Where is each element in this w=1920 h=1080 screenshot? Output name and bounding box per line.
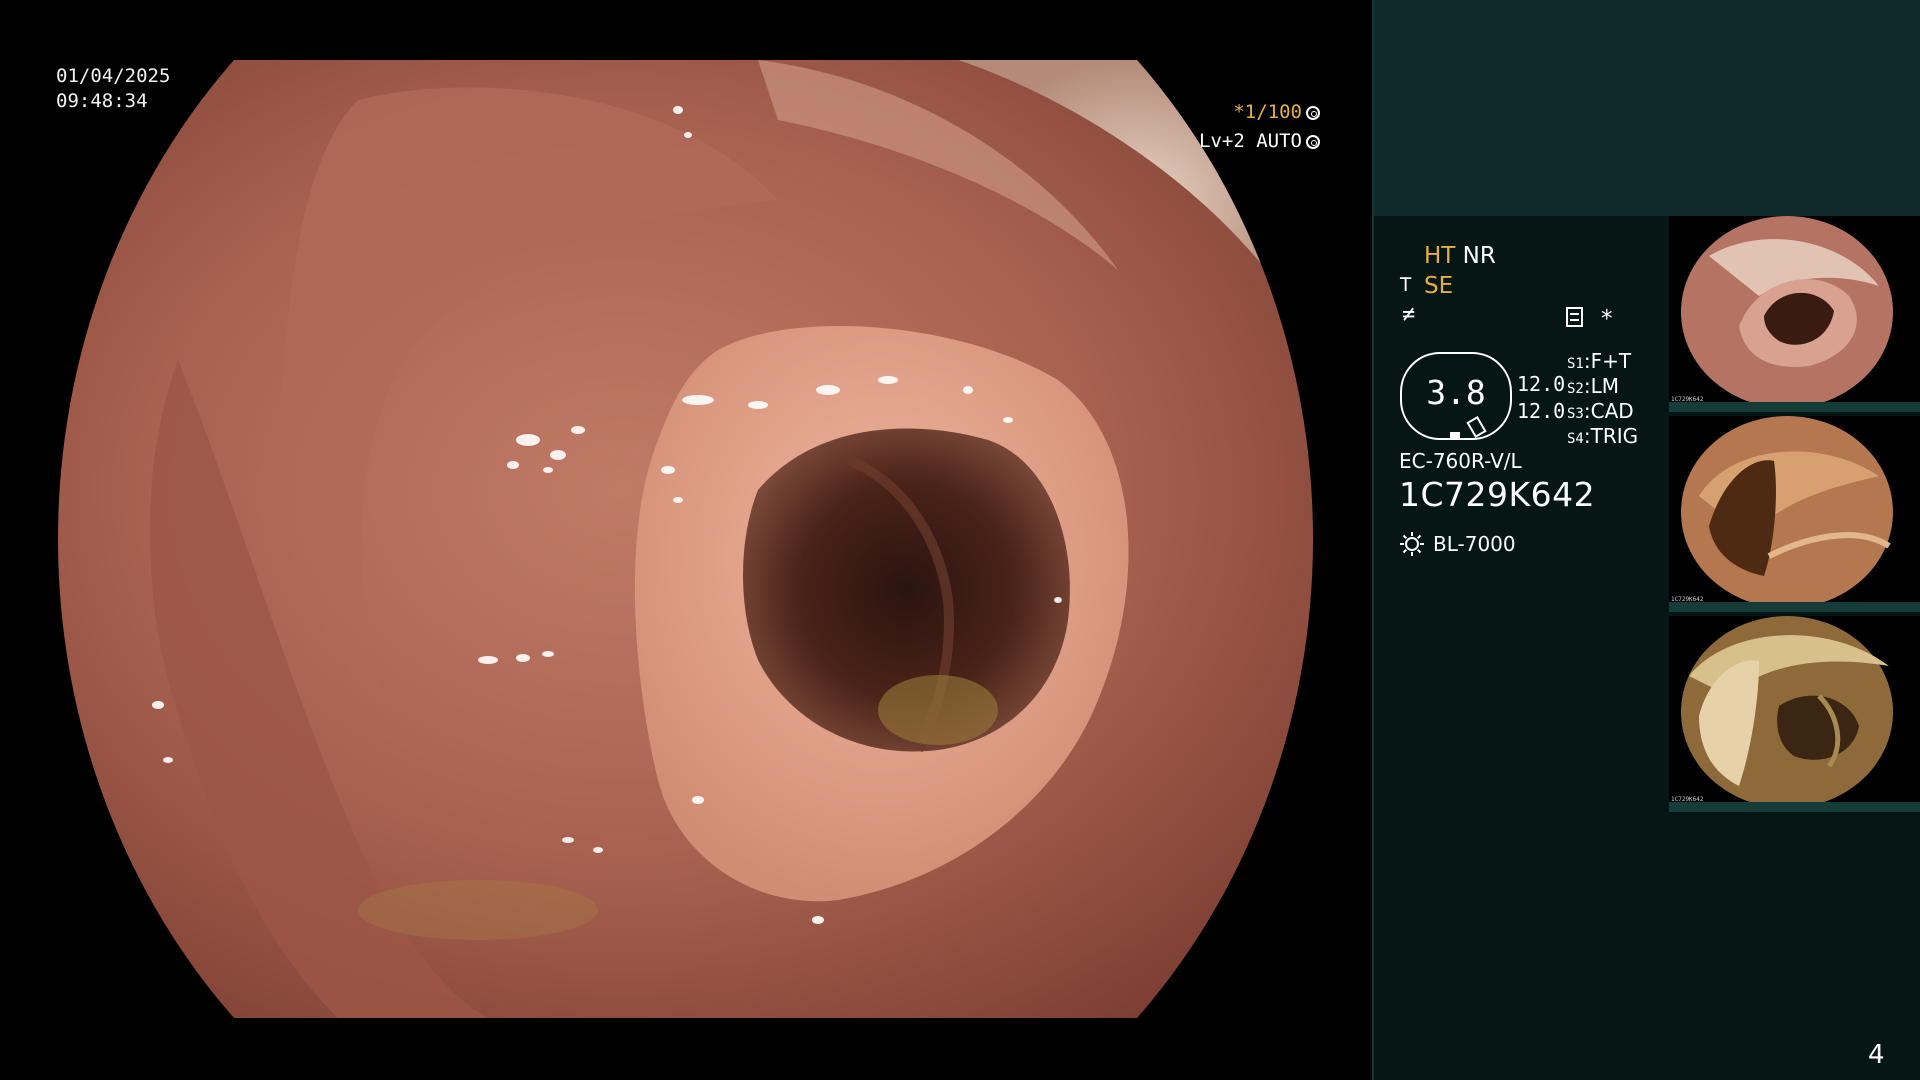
page-number: 4 <box>1868 1040 1885 1070</box>
contrast-icon: ≠ <box>1402 302 1416 327</box>
switch-key: S4 <box>1567 431 1584 447</box>
exposure-level: Lv+2 AUTO <box>1199 130 1302 152</box>
switch-s3: S3:CAD <box>1567 399 1634 423</box>
processing-row-2: SE <box>1424 273 1453 299</box>
thumbnail-label: 1C729K642 <box>1671 796 1704 803</box>
endoscopy-screen: 01/04/2025 09:48:34 *1/100 Lv+2 AUTO HT … <box>0 0 1920 1080</box>
shutter-icon <box>1306 106 1320 120</box>
shutter-speed: *1/100 <box>1233 101 1302 123</box>
switch-key: S2 <box>1567 381 1584 397</box>
processing-row-1: HT NR <box>1424 243 1496 269</box>
switch-key: S1 <box>1567 356 1584 372</box>
gauge-marker <box>1450 432 1460 439</box>
thumbnail-image <box>1681 216 1893 408</box>
date-time-overlay: 01/04/2025 09:48:34 <box>56 64 170 114</box>
switch-value: TRIG <box>1590 424 1639 448</box>
thumbnail-status-bar <box>1669 802 1920 812</box>
ht-indicator: HT <box>1424 243 1456 269</box>
time-text: 09:48:34 <box>56 90 148 112</box>
thumbnail-label: 1C729K642 <box>1671 396 1704 403</box>
gauge-value: 3.8 <box>1426 373 1486 412</box>
thumbnail-status-bar <box>1669 402 1920 412</box>
se-indicator: SE <box>1424 273 1454 299</box>
thumbnail-label: 1C729K642 <box>1671 596 1704 603</box>
enhancement-icon: ⊤ <box>1399 272 1413 297</box>
mucosa-rendering <box>58 60 1313 1018</box>
date-text: 01/04/2025 <box>56 65 171 87</box>
thumbnail-image <box>1681 616 1893 808</box>
nr-indicator: NR <box>1462 243 1496 269</box>
capture-thumbnail-3[interactable]: 1C729K642 <box>1669 616 1920 812</box>
switch-value: CAD <box>1590 399 1634 423</box>
document-list-icon <box>1566 307 1583 327</box>
endoscopic-image <box>58 60 1313 1018</box>
panel-header <box>1374 0 1920 216</box>
scope-model: EC-760R-V/L <box>1399 449 1522 473</box>
light-source-label: BL-7000 <box>1433 532 1516 556</box>
capture-thumbnail-1[interactable]: 1C729K642 <box>1669 216 1920 412</box>
gain-bottom: 12.0 <box>1517 399 1566 423</box>
switch-s4: S4:TRIG <box>1567 424 1639 448</box>
switch-s1: S1:F+T <box>1567 349 1632 373</box>
light-source-row: BL-7000 <box>1399 531 1516 557</box>
scope-serial: 1C729K642 <box>1399 475 1596 514</box>
sun-icon <box>1400 532 1424 556</box>
exposure-overlay: *1/100 Lv+2 AUTO <box>1199 98 1320 156</box>
switch-value: F+T <box>1590 349 1632 373</box>
capture-thumbnail-2[interactable]: 1C729K642 <box>1669 416 1920 612</box>
switch-key: S3 <box>1567 406 1584 422</box>
thumbnail-image <box>1681 416 1893 608</box>
asterisk-indicator: * <box>1601 306 1613 332</box>
auto-exposure-icon <box>1306 135 1320 149</box>
thumbnail-status-bar <box>1669 602 1920 612</box>
gain-top: 12.0 <box>1517 372 1566 396</box>
panel-divider <box>1372 0 1374 1080</box>
switch-value: LM <box>1590 374 1620 398</box>
switch-s2: S2:LM <box>1567 374 1620 398</box>
